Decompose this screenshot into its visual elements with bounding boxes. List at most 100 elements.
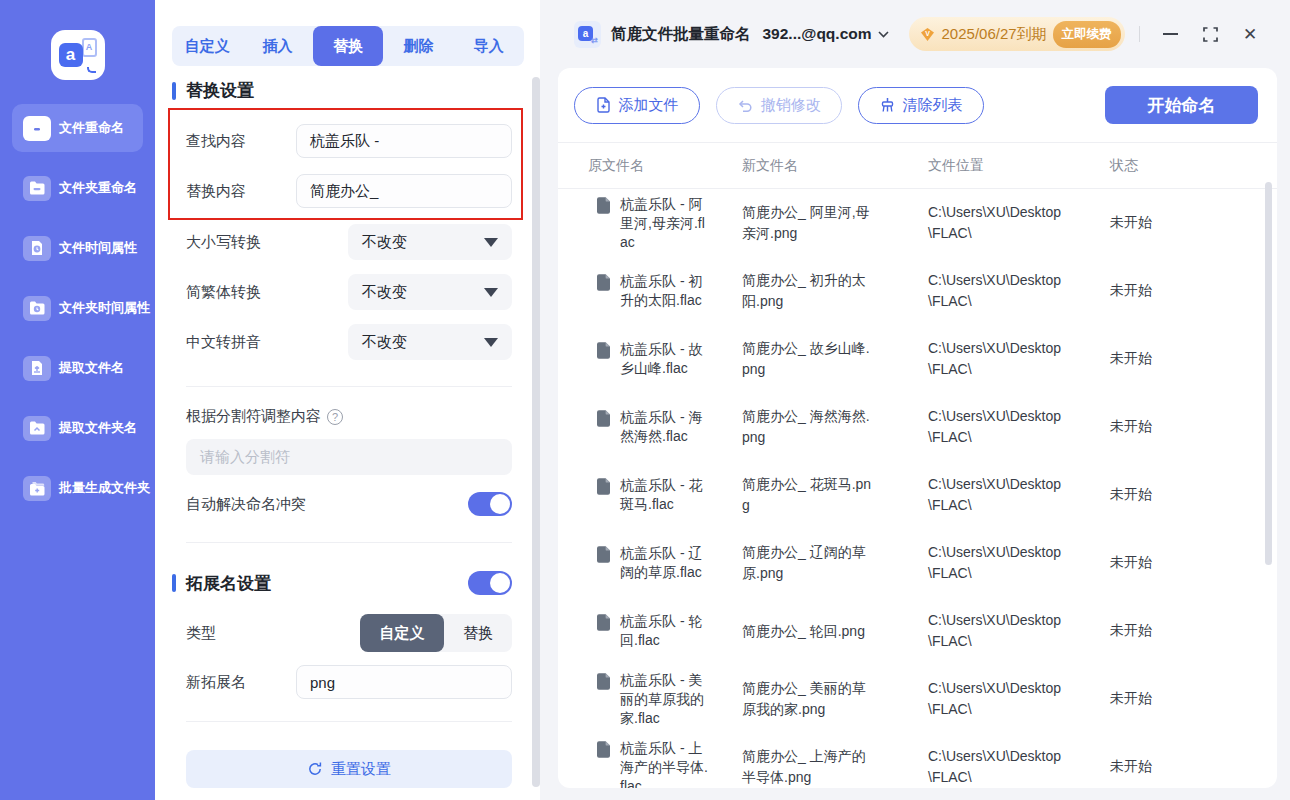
tab-insert[interactable]: 插入 (242, 26, 312, 66)
sidebar-item-label: 批量生成文件夹 (59, 479, 150, 497)
traditional-convert-row: 简繁体转换 不改变 (186, 274, 512, 310)
original-filename: 杭盖乐队 - 轮回.flac (620, 612, 710, 650)
refresh-icon (307, 761, 323, 777)
traditional-convert-select[interactable]: 不改变 (348, 274, 512, 310)
new-filename: 简鹿办公_ 初升的太阳.png (742, 270, 875, 312)
sidebar-item-label: 文件夹重命名 (59, 179, 137, 197)
original-filename: 杭盖乐队 - 美丽的草原我的家.flac (620, 671, 710, 728)
new-filename: 简鹿办公_ 上海产的半导体.png (742, 746, 875, 788)
tab-import[interactable]: 导入 (454, 26, 524, 66)
file-location: C:\Users\XU\Desktop\FLAC\ (928, 474, 1062, 516)
pinyin-convert-select[interactable]: 不改变 (348, 324, 512, 360)
help-icon[interactable]: ? (327, 409, 343, 425)
conflict-toggle[interactable] (468, 492, 512, 516)
sidebar-item-label: 提取文件名 (59, 359, 124, 377)
file-icon (596, 741, 611, 758)
app-window: A a 文件重命名 文件夹重命名 文件时间属性 (0, 0, 1290, 800)
file-location: C:\Users\XU\Desktop\FLAC\ (928, 678, 1062, 720)
sidebar-item-file-time[interactable]: 文件时间属性 (12, 224, 143, 272)
find-content-row: 查找内容 杭盖乐队 - (186, 124, 512, 158)
select-value: 不改变 (362, 283, 407, 302)
sidebar-item-label: 文件夹时间属性 (59, 299, 150, 317)
dropdown-arrow-icon (484, 338, 498, 347)
status-text: 未开始 (1110, 214, 1277, 232)
sidebar-item-folder-time[interactable]: 文件夹时间属性 (12, 284, 143, 332)
find-content-input[interactable]: 杭盖乐队 - (296, 124, 512, 158)
renew-button[interactable]: 立即续费 (1053, 21, 1121, 48)
table-row[interactable]: 杭盖乐队 - 阿里河,母亲河.flac 简鹿办公_ 阿里河,母亲河.png C:… (558, 189, 1277, 257)
column-header-new: 新文件名 (742, 157, 928, 175)
original-filename: 杭盖乐队 - 海然海然.flac (620, 408, 710, 446)
type-option-replace[interactable]: 替换 (444, 614, 512, 652)
replace-content-input[interactable]: 简鹿办公_ (296, 174, 512, 208)
extract-foldername-icon (23, 416, 51, 441)
table-row[interactable]: 杭盖乐队 - 花斑马.flac 简鹿办公_ 花斑马.png C:\Users\X… (558, 461, 1277, 529)
replace-settings-heading: 替换设置 (172, 79, 512, 102)
file-icon (596, 274, 611, 291)
table-row[interactable]: 杭盖乐队 - 辽阔的草原.flac 简鹿办公_ 辽阔的草原.png C:\Use… (558, 529, 1277, 597)
sidebar-item-label: 文件时间属性 (59, 239, 137, 257)
new-extension-input[interactable]: png (296, 665, 512, 699)
clear-list-button[interactable]: 清除列表 (858, 87, 984, 124)
new-filename: 简鹿办公_ 阿里河,母亲河.png (742, 202, 875, 244)
original-filename: 杭盖乐队 - 阿里河,母亲河.flac (620, 195, 710, 252)
sidebar-item-folder-rename[interactable]: 文件夹重命名 (12, 164, 143, 212)
start-rename-button[interactable]: 开始命名 (1105, 86, 1258, 124)
divider (186, 386, 512, 387)
main-area: a ⇄ 简鹿文件批量重命名 392...@qq.com V 2025/06/27… (540, 0, 1290, 800)
reset-button-label: 重置设置 (331, 760, 391, 779)
original-filename: 杭盖乐队 - 花斑马.flac (620, 476, 710, 514)
sidebar: A a 文件重命名 文件夹重命名 文件时间属性 (0, 0, 155, 800)
undo-button[interactable]: 撤销修改 (716, 87, 842, 124)
sidebar-item-batch-create-folder[interactable]: 批量生成文件夹 (12, 464, 143, 512)
extension-settings-heading: 拓展名设置 (172, 571, 512, 595)
close-button[interactable]: ✕ (1230, 16, 1270, 52)
tab-delete[interactable]: 删除 (383, 26, 453, 66)
file-icon (596, 614, 611, 631)
minimize-button[interactable] (1150, 16, 1190, 52)
chevron-down-icon (878, 31, 889, 38)
logo-doc-icon: A (82, 38, 97, 57)
reset-settings-button[interactable]: 重置设置 (186, 750, 512, 788)
maximize-button[interactable] (1190, 16, 1230, 52)
titlebar-icon-sub: ⇄ (591, 36, 598, 45)
table-row[interactable]: 杭盖乐队 - 海然海然.flac 简鹿办公_ 海然海然.png C:\Users… (558, 393, 1277, 461)
undo-icon (737, 98, 753, 113)
account-email: 392...@qq.com (763, 25, 872, 43)
sidebar-item-extract-foldername[interactable]: 提取文件夹名 (12, 404, 143, 452)
svg-text:V: V (925, 29, 930, 36)
separator-input[interactable]: 请输入分割符 (186, 439, 512, 475)
sidebar-item-label: 提取文件夹名 (59, 419, 137, 437)
divider (186, 721, 512, 722)
file-icon (596, 673, 611, 690)
sidebar-item-extract-filename[interactable]: 提取文件名 (12, 344, 143, 392)
new-filename: 简鹿办公_ 辽阔的草原.png (742, 542, 875, 584)
file-time-icon (23, 236, 51, 261)
add-files-button[interactable]: 添加文件 (574, 87, 700, 124)
status-text: 未开始 (1110, 622, 1277, 640)
license-badge: V 2025/06/27到期 立即续费 (909, 17, 1125, 51)
settings-panel: 自定义 插入 替换 删除 导入 替换设置 查找内容 杭盖乐队 - 替换内容 简鹿… (155, 0, 540, 800)
account-menu[interactable]: 392...@qq.com (763, 25, 889, 43)
new-filename: 简鹿办公_ 海然海然.png (742, 406, 875, 448)
table-row[interactable]: 杭盖乐队 - 初升的太阳.flac 简鹿办公_ 初升的太阳.png C:\Use… (558, 257, 1277, 325)
sidebar-item-file-rename[interactable]: 文件重命名 (12, 104, 143, 152)
table-row[interactable]: 杭盖乐队 - 美丽的草原我的家.flac 简鹿办公_ 美丽的草原我的家.png … (558, 665, 1277, 733)
extension-toggle[interactable] (468, 571, 512, 595)
dropdown-arrow-icon (484, 288, 498, 297)
table-row[interactable]: 杭盖乐队 - 上海产的半导体.flac 简鹿办公_ 上海产的半导体.png C:… (558, 733, 1277, 788)
table-row[interactable]: 杭盖乐队 - 故乡山峰.flac 简鹿办公_ 故乡山峰.png C:\Users… (558, 325, 1277, 393)
table-row[interactable]: 杭盖乐队 - 轮回.flac 简鹿办公_ 轮回.png C:\Users\XU\… (558, 597, 1277, 665)
find-content-label: 查找内容 (186, 132, 296, 151)
heading-accent-bar (172, 82, 176, 100)
case-convert-select[interactable]: 不改变 (348, 224, 512, 260)
replace-content-row: 替换内容 简鹿办公_ (186, 174, 512, 208)
folder-rename-icon (23, 176, 51, 201)
file-icon (596, 410, 611, 427)
type-option-custom[interactable]: 自定义 (360, 614, 444, 652)
tab-custom[interactable]: 自定义 (172, 26, 242, 66)
pinyin-convert-label: 中文转拼音 (186, 333, 348, 352)
tab-replace[interactable]: 替换 (313, 26, 383, 66)
panel-scrollbar[interactable] (532, 77, 540, 787)
table-scrollbar[interactable] (1265, 182, 1272, 565)
